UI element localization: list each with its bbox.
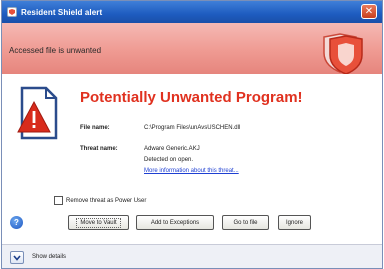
add-to-exceptions-label: Add to Exceptions (150, 219, 200, 226)
app-icon (7, 7, 17, 17)
warning-document-icon (17, 86, 58, 140)
title-bar[interactable]: Resident Shield alert ✕ (2, 1, 382, 23)
alert-window: Resident Shield alert ✕ Accessed file is… (1, 0, 383, 269)
detected-text: Detected on open. (144, 157, 194, 163)
show-details-button[interactable] (10, 251, 24, 264)
alert-banner: Accessed file is unwanted (2, 23, 382, 75)
ignore-button[interactable]: Ignore (278, 215, 311, 230)
window-title: Resident Shield alert (21, 7, 103, 17)
alert-body: Potentially Unwanted Program! File name:… (2, 74, 382, 244)
alert-heading: Potentially Unwanted Program! (80, 89, 303, 106)
chevron-down-icon (13, 254, 21, 261)
help-icon: ? (14, 218, 19, 227)
close-button[interactable]: ✕ (361, 4, 377, 19)
ignore-label: Ignore (285, 219, 303, 226)
move-to-vault-button[interactable]: Move to Vault (68, 215, 129, 230)
threat-name-value: Adware Generic.AKJ (144, 146, 200, 152)
details-footer: Show details (2, 244, 382, 268)
banner-text: Accessed file is unwanted (9, 46, 102, 55)
power-user-option[interactable]: Remove threat as Power User (54, 196, 146, 205)
file-name-label: File name: (80, 125, 110, 131)
file-name-value: C:\Program Files\unAvsUSCHEN.dll (144, 125, 241, 131)
close-icon: ✕ (364, 6, 374, 17)
shield-icon (323, 33, 363, 75)
power-user-checkbox[interactable] (54, 196, 63, 205)
more-info-link[interactable]: More information about this threat... (144, 168, 239, 174)
help-button[interactable]: ? (10, 216, 23, 229)
power-user-checkbox-label: Remove threat as Power User (66, 197, 147, 204)
move-to-vault-label: Move to Vault (76, 217, 121, 228)
show-details-label[interactable]: Show details (32, 254, 66, 260)
threat-name-label: Threat name: (80, 146, 118, 152)
add-to-exceptions-button[interactable]: Add to Exceptions (136, 215, 214, 230)
go-to-file-label: Go to file (233, 219, 258, 226)
go-to-file-button[interactable]: Go to file (222, 215, 269, 230)
